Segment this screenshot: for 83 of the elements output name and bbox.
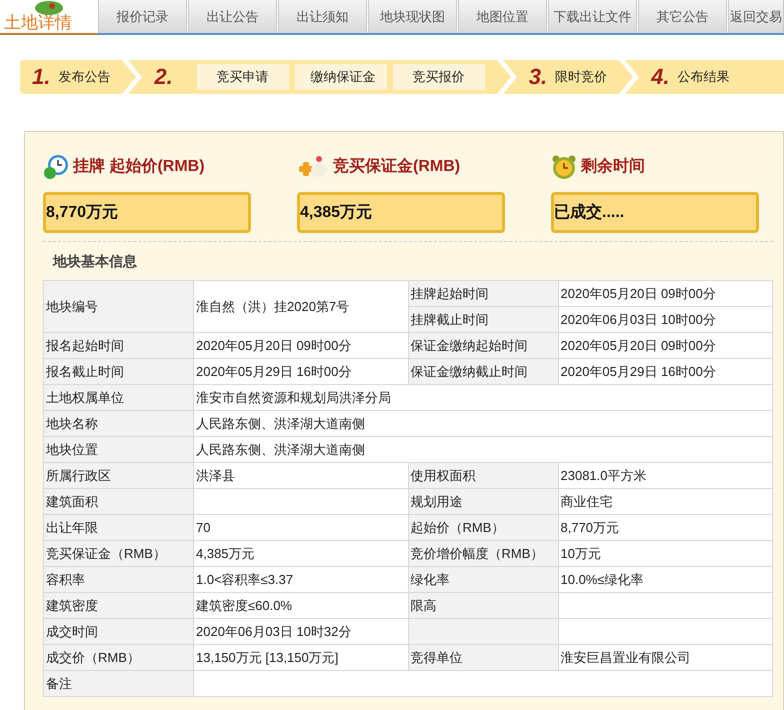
field-value: 2020年06月03日 10时32分: [196, 624, 352, 639]
nav-tab[interactable]: 出让公告: [188, 0, 277, 33]
field-label: 绿化率: [410, 572, 450, 587]
field-label: 地块位置: [46, 442, 98, 457]
field-label: 报名截止时间: [46, 364, 124, 379]
field-label: 起始价（RMB）: [410, 520, 504, 535]
field-value: 4,385万元: [196, 546, 255, 561]
step-number: 2.: [154, 66, 173, 88]
field-label: 规划用途: [410, 494, 462, 509]
chevron-icon: [122, 60, 142, 94]
nav-tab[interactable]: 下载出让文件: [548, 0, 637, 33]
step-number: 4.: [651, 66, 670, 88]
field-value: 10万元: [560, 546, 601, 561]
field-value: 淮自然（洪）挂2020第7号: [196, 298, 350, 314]
field-label: 限高: [410, 598, 436, 613]
step-number: 1.: [32, 66, 50, 88]
field-value: 13,150万元 [13,150万元]: [196, 650, 338, 665]
field-value: 1.0<容积率≤3.37: [196, 572, 294, 587]
field-value: 2020年05月29日 16时00分: [196, 364, 352, 379]
field-label: 挂牌起始时间: [410, 286, 488, 301]
step-action-button[interactable]: 缴纳保证金: [294, 64, 387, 90]
nav-tab[interactable]: 报价记录: [98, 0, 187, 33]
summary-title: 剩余时间: [581, 156, 645, 177]
coins-icon: [297, 154, 329, 180]
field-value: 洪泽县: [196, 468, 235, 483]
field-label: 报名起始时间: [46, 338, 124, 353]
step-label: 公布结果: [677, 68, 730, 86]
section-title: 地块基本信息: [53, 252, 137, 270]
field-label: 地块名称: [46, 416, 98, 431]
field-label: 保证金缴纳截止时间: [410, 364, 528, 379]
field-value: 商业住宅: [560, 494, 612, 509]
field-label: 使用权面积: [410, 468, 476, 483]
nav-tab[interactable]: 其它公告: [638, 0, 727, 33]
field-label: 成交时间: [46, 624, 98, 639]
field-label: 容积率: [46, 572, 85, 587]
field-label: 备注: [46, 676, 72, 691]
field-value: 淮安市自然资源和规划局洪泽分局: [196, 390, 391, 405]
field-value: 70: [196, 520, 210, 535]
step-action-button[interactable]: 竞买申请: [196, 64, 289, 90]
field-label: 保证金缴纳起始时间: [410, 338, 528, 353]
field-label: 竞得单位: [410, 650, 462, 665]
nav-tab[interactable]: 返回交易: [728, 0, 784, 33]
field-value: 23081.0平方米: [560, 468, 646, 483]
step-number: 3.: [528, 66, 548, 88]
nav-tab[interactable]: 地图位置: [458, 0, 547, 33]
nav-tab[interactable]: 地块现状图: [368, 0, 457, 33]
field-value: 2020年05月20日 09时00分: [560, 338, 716, 353]
logo[interactable]: 土地详情: [0, 0, 97, 35]
field-value: 建筑密度≤60.0%: [196, 598, 292, 613]
field-label: 竞买保证金（RMB）: [46, 546, 166, 561]
field-value: 淮安巨昌置业有限公司: [560, 650, 690, 665]
step-action-button[interactable]: 竞买报价: [392, 64, 485, 90]
alarm-clock-icon: [551, 154, 577, 180]
field-label: 挂牌截止时间: [410, 312, 488, 327]
field-value: 2020年05月20日 09时00分: [196, 338, 352, 353]
field-value: 2020年05月20日 09时00分: [560, 286, 716, 301]
chevron-icon: [496, 60, 517, 94]
summary-value-box: 4,385万元: [297, 192, 505, 233]
field-label: 所属行政区: [46, 468, 111, 483]
field-label: 地块编号: [46, 298, 98, 314]
logo-title: 土地详情: [4, 14, 72, 33]
summary-value-box: 8,770万元: [43, 192, 251, 233]
leaf-icon: [34, 0, 64, 16]
field-label: 出让年限: [46, 520, 98, 535]
summary-title: 竞买保证金(RMB): [333, 156, 460, 177]
chevron-icon: [619, 60, 640, 94]
field-label: 土地权属单位: [46, 390, 124, 405]
step-label: 发布公告: [58, 68, 110, 86]
field-label: 成交价（RMB）: [46, 650, 140, 665]
step-label: 限时竞价: [555, 68, 608, 86]
summary-value-box: 已成交.....: [551, 192, 759, 233]
field-value: 8,770万元: [560, 520, 620, 535]
clock-coin-icon: [43, 154, 69, 180]
field-value: 2020年06月03日 10时00分: [560, 312, 716, 327]
field-label: 竞价增价幅度（RMB）: [410, 546, 544, 561]
field-label: 建筑面积: [46, 494, 98, 509]
field-label: 建筑密度: [46, 598, 98, 613]
summary-title: 挂牌 起始价(RMB): [73, 156, 205, 177]
field-value: 人民路东侧、洪泽湖大道南侧: [196, 416, 365, 431]
field-value: 2020年05月29日 16时00分: [560, 364, 716, 379]
field-value: 10.0%≤绿化率: [560, 572, 644, 587]
nav-tab[interactable]: 出让须知: [278, 0, 367, 33]
field-value: 人民路东侧、洪泽湖大道南侧: [196, 442, 365, 457]
